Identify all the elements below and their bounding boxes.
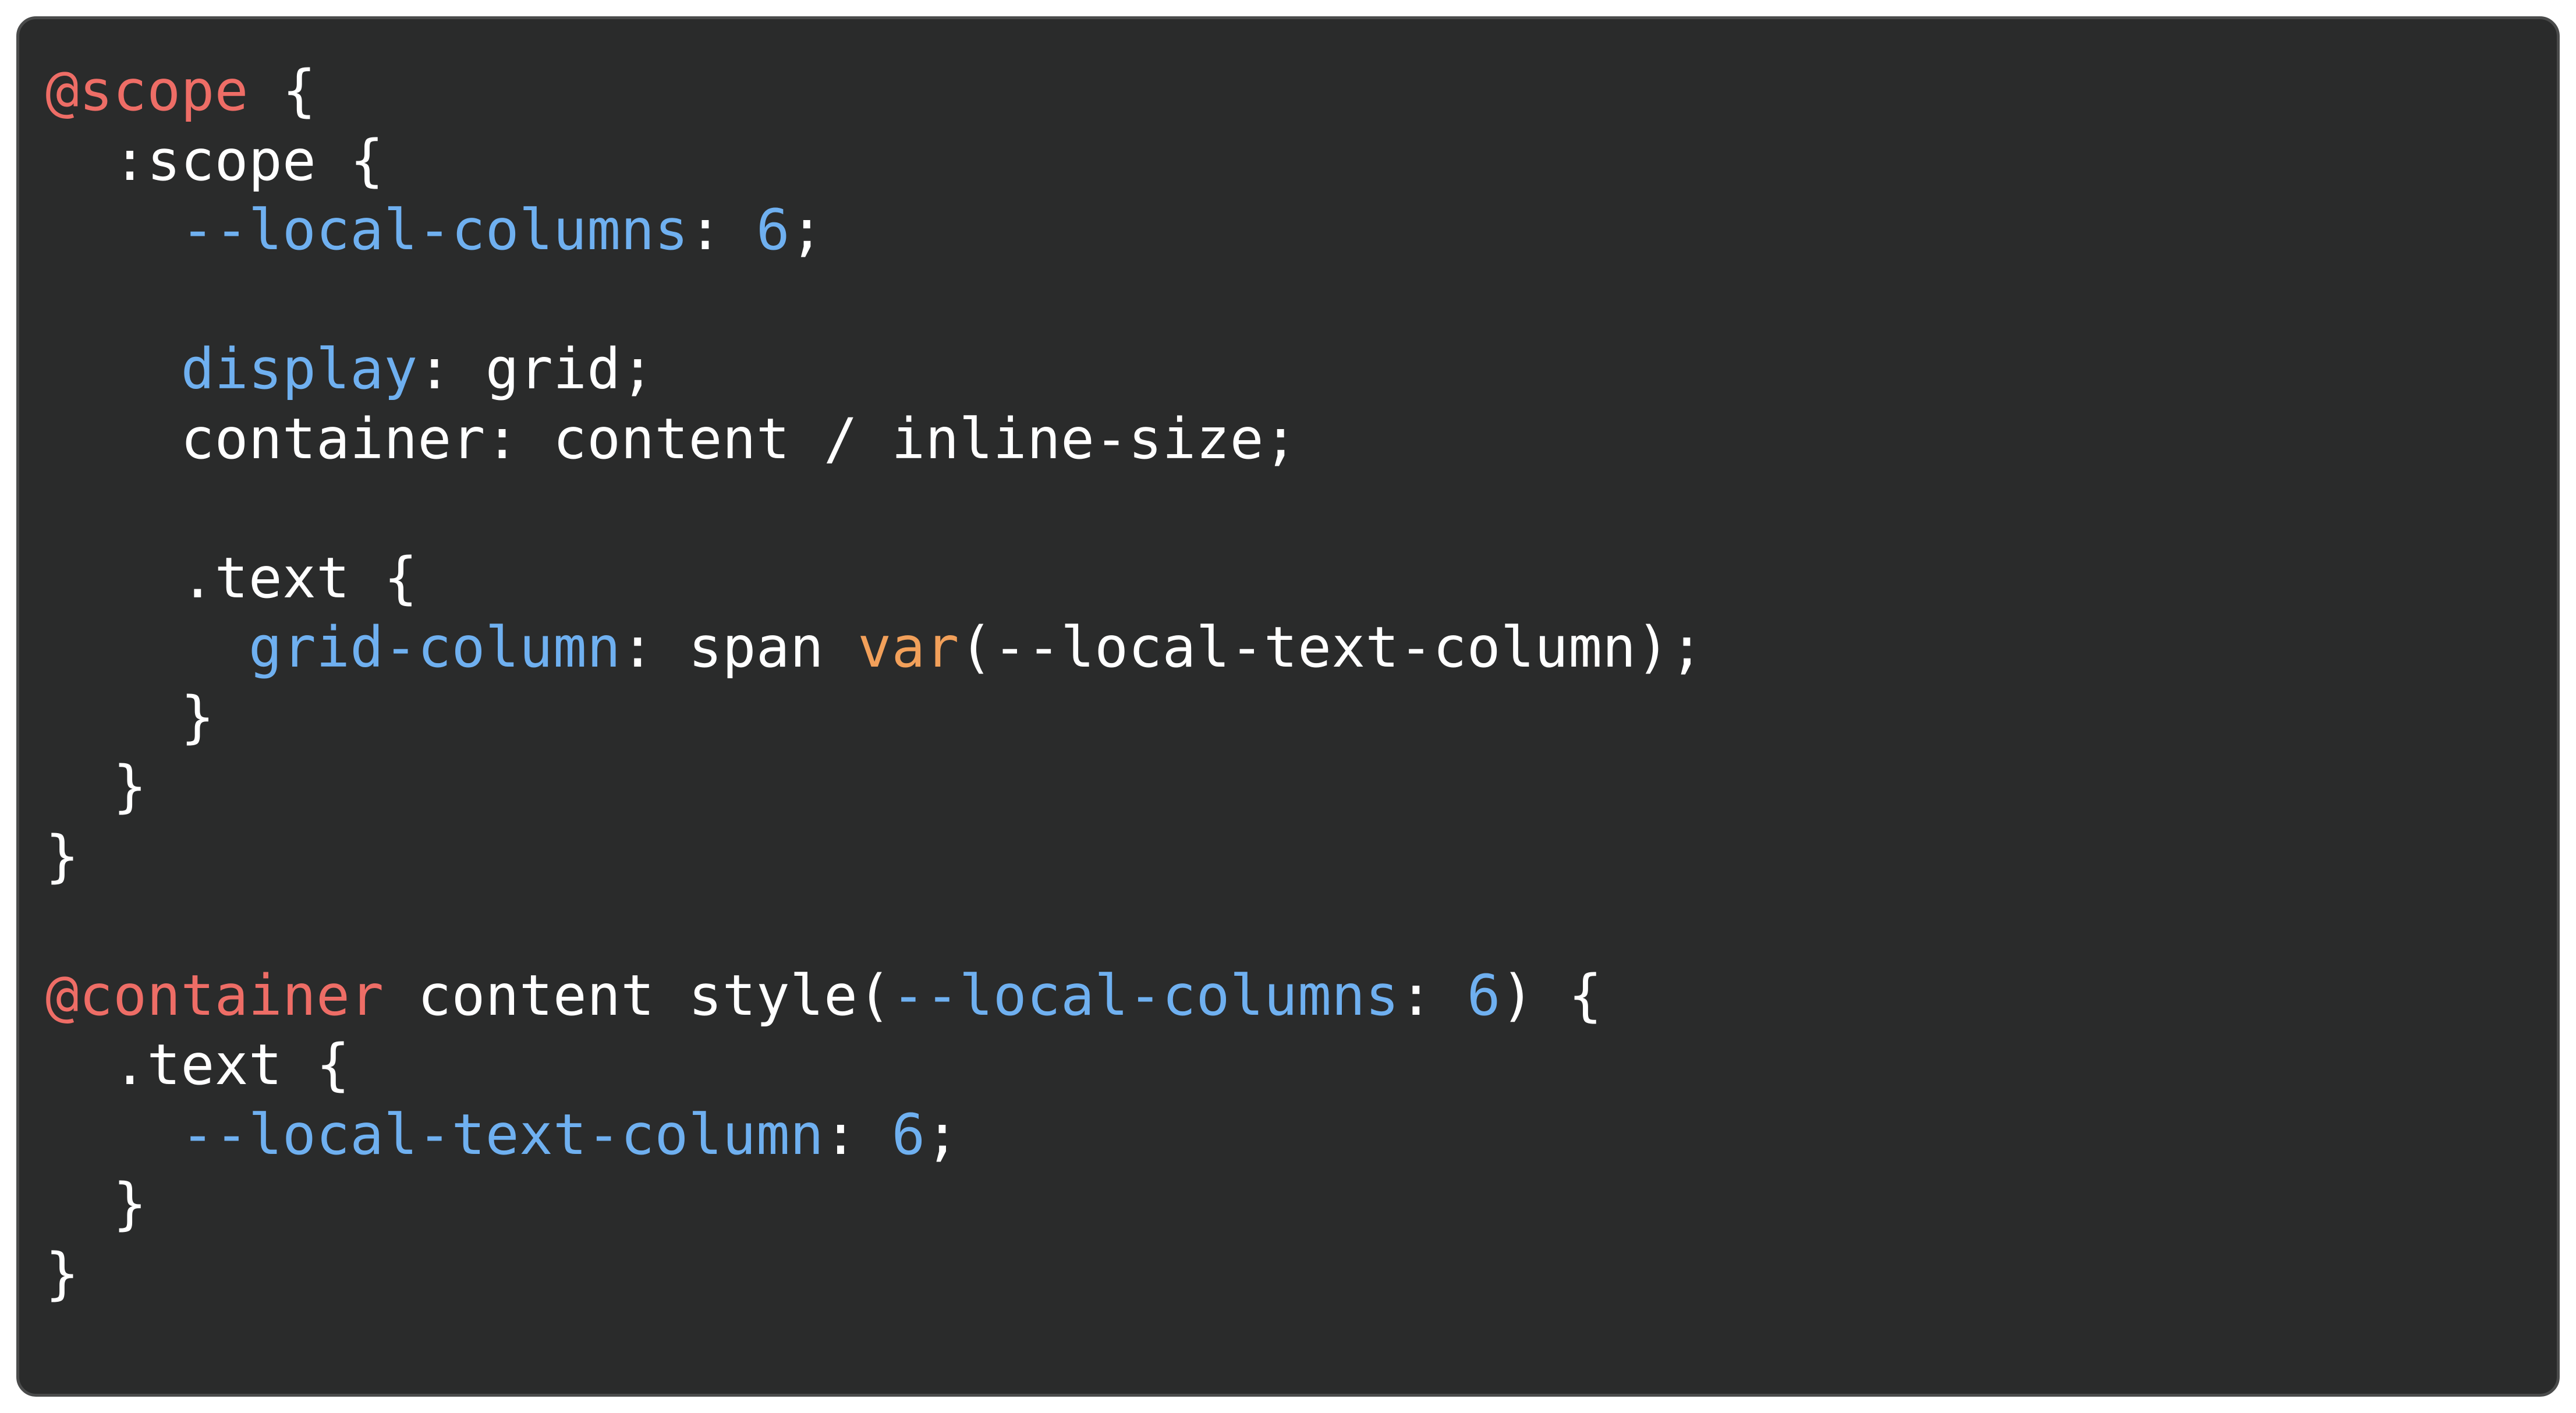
code-line: grid-column: span var(--local-text-colum… [45, 613, 1704, 683]
code-token: } [45, 684, 215, 750]
at-rule-token: @scope [45, 58, 249, 123]
code-line: } [45, 752, 1704, 822]
code-token: ) { [1500, 962, 1603, 1028]
code-token: (--local-text-column); [959, 615, 1704, 680]
code-token: : [1399, 962, 1467, 1028]
code-token: } [45, 823, 80, 889]
code-token: content style( [384, 962, 892, 1028]
code-block: @scope { :scope { --local-columns: 6; di… [45, 56, 1704, 1309]
code-token: : [824, 1102, 892, 1167]
code-token: : grid; [417, 337, 655, 402]
code-token: :scope { [45, 128, 384, 193]
code-token: } [45, 754, 147, 819]
property-token: display [180, 337, 418, 402]
code-token: .text { [45, 1032, 350, 1097]
code-token: : span [621, 615, 858, 680]
code-token: } [45, 1241, 80, 1306]
function-token: var [858, 615, 959, 680]
code-line: } [45, 1170, 1704, 1240]
property-token: grid-column [248, 615, 621, 680]
code-line: @container content style(--local-columns… [45, 961, 1704, 1031]
code-snippet-window: @scope { :scope { --local-columns: 6; di… [16, 16, 2560, 1397]
code-line: } [45, 683, 1704, 753]
property-token: --local-columns [180, 197, 689, 263]
property-token: --local-text-column [180, 1102, 824, 1167]
at-rule-token: @container [45, 962, 384, 1028]
code-line: .text { [45, 1030, 1704, 1100]
code-token: ; [925, 1102, 959, 1167]
code-line: :scope { [45, 126, 1704, 196]
code-token: { [248, 58, 317, 123]
code-line: --local-columns: 6; [45, 196, 1704, 265]
code-token: } [45, 1171, 147, 1237]
code-token: : [688, 197, 756, 263]
code-line: container: content / inline-size; [45, 405, 1704, 474]
property-token: --local-columns [891, 962, 1399, 1028]
number-token: 6 [756, 197, 791, 263]
code-token: container: content / inline-size; [45, 406, 1298, 472]
code-line: } [45, 822, 1704, 892]
code-token: .text { [45, 545, 418, 611]
code-line: @scope { [45, 56, 1704, 126]
code-line: display: grid; [45, 335, 1704, 405]
code-line: } [45, 1240, 1704, 1309]
code-line: .text { [45, 544, 1704, 614]
code-token: ; [790, 197, 824, 263]
number-token: 6 [891, 1102, 926, 1167]
code-line: --local-text-column: 6; [45, 1100, 1704, 1170]
number-token: 6 [1466, 962, 1501, 1028]
